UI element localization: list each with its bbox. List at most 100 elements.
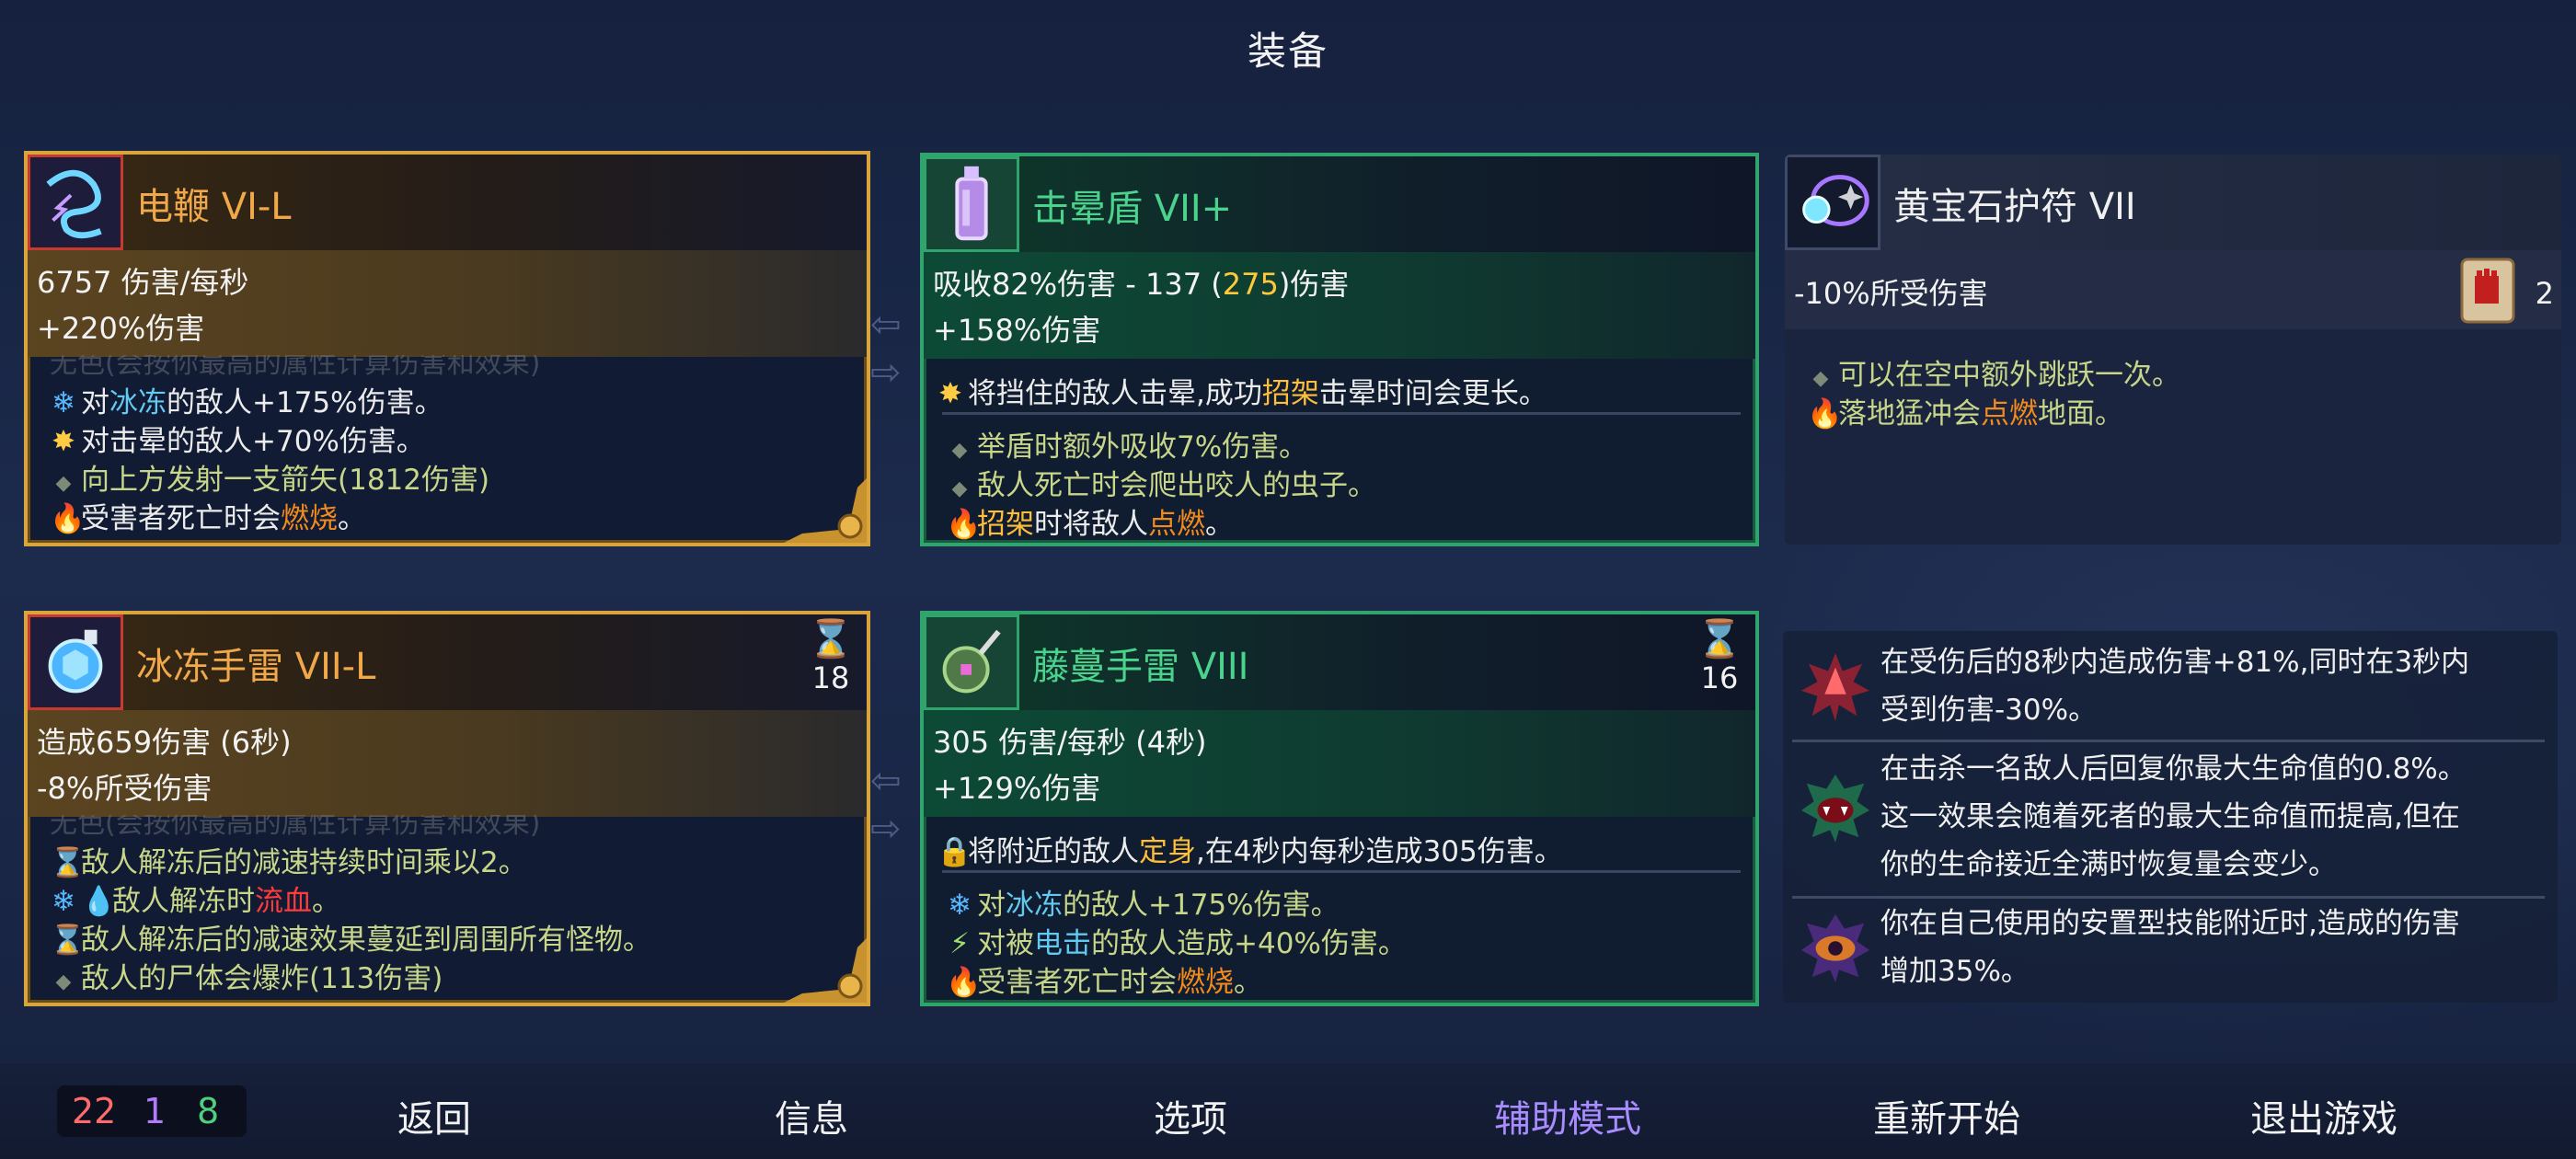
divider — [942, 870, 1741, 873]
bullet-icon: ◆ — [951, 477, 968, 500]
options-button[interactable]: 选项 — [1071, 1089, 1310, 1142]
tactics-count: 1 — [144, 1091, 167, 1131]
ice-grenade-icon — [28, 614, 123, 710]
mutation-text: 在击杀一名敌人后回复你最大生命值的0.8%。 这一效果会随着死者的最大生命值而提… — [1880, 752, 2467, 881]
scroll-stats: 22 1 8 — [57, 1085, 247, 1137]
swap-arrow-right-icon: ⇨ — [870, 351, 902, 394]
legendary-corner-ornament — [784, 938, 867, 1003]
dps-stat: 6757 伤害/每秒 — [37, 265, 249, 300]
main-effect: ✸ 将挡住的敌人击晕,成功招架击晕时间会更长。 — [938, 377, 1547, 410]
back-button[interactable]: 返回 — [250, 1082, 618, 1152]
item-header: 冰冻手雷 VII-L ⌛ 18 — [28, 614, 867, 714]
damage-reduction-stat: -8%所受伤害 — [37, 771, 213, 806]
survival-count: 8 — [197, 1091, 220, 1131]
affix-row: ⌛敌人解冻后的减速效果蔓延到周围所有怪物。 — [50, 924, 651, 957]
item-header: 击晕盾 VII+ — [924, 156, 1755, 256]
mutation-row[interactable]: 你在自己使用的安置型技能附近时,造成的伤害 增加35%。 — [1792, 900, 2552, 1001]
affix-row: ◆ 向上方发射一支箭矢(1812伤害) — [50, 456, 490, 498]
damage-reduction-stat: -10%所受伤害 — [1794, 276, 1988, 311]
hourglass-icon: ⌛ — [50, 846, 86, 879]
damage-bonus-stat: +129%伤害 — [933, 771, 1101, 806]
info-button[interactable]: 信息 — [692, 1089, 931, 1142]
affix-row: 🔥受害者死亡时会燃烧。 — [946, 966, 1262, 999]
divider — [1792, 740, 2545, 742]
divider — [942, 412, 1741, 415]
topaz-amulet-icon — [1785, 155, 1880, 250]
item-stats: 吸收82%伤害 - 137 (275)伤害 +158%伤害 — [924, 252, 1755, 359]
mutation-row[interactable]: 在受伤后的8秒内造成伤害+81%,同时在3秒内 受到伤害-30%。 — [1792, 638, 2552, 741]
affix-row: ⌛敌人解冻后的减速持续时间乘以2。 — [50, 846, 527, 879]
item-card-electric-whip[interactable]: 电鞭 VI-L 6757 伤害/每秒 +220%伤害 无色(会按你最高的属性计算… — [24, 151, 870, 546]
cooldown: ⌛ 18 — [808, 618, 854, 695]
affix-row: 🔥招架时将敌人点燃。 — [946, 508, 1234, 541]
absorb-stat: 吸收82%伤害 - 137 (275)伤害 — [933, 267, 1350, 302]
stun-icon: ✸ — [938, 377, 962, 410]
legendary-corner-ornament — [784, 478, 867, 543]
cooldown: ⌛ 16 — [1696, 618, 1742, 695]
mutation-text: 你在自己使用的安置型技能附近时,造成的伤害 增加35%。 — [1880, 907, 2460, 988]
swap-arrow-right-icon: ⇨ — [870, 808, 902, 850]
divider — [1792, 896, 2545, 899]
swap-arrow-left-icon: ⇦ — [870, 304, 902, 346]
fire-icon: 🔥 — [1807, 397, 1843, 430]
stun-shield-icon — [924, 156, 1019, 252]
bullet-icon: ◆ — [951, 439, 968, 462]
colorless-note: 无色(会按你最高的属性计算伤害和效果) — [50, 815, 541, 839]
affix-row: ◆ 敌人的尸体会爆炸(113伤害) — [50, 955, 443, 996]
item-name: 电鞭 VI-L — [136, 186, 292, 228]
item-stats: 6757 伤害/每秒 +220%伤害 — [28, 250, 867, 357]
affix-row: ❄ 对冰冻的敌人+175%伤害。 — [948, 889, 1340, 922]
item-stats: 305 伤害/每秒 (4秒) +129%伤害 — [924, 710, 1755, 817]
item-header: 黄宝石护符 VII — [1785, 155, 2561, 250]
item-name: 藤蔓手雷 VIII — [1032, 646, 1249, 688]
affix-row: ✸ 对击晕的敌人+70%伤害。 — [52, 425, 425, 458]
fire-icon: 🔥 — [50, 502, 86, 535]
damage-bonus-stat: +220%伤害 — [37, 311, 205, 346]
bleed-icon: 💧 — [81, 885, 117, 918]
fire-icon: 🔥 — [946, 508, 982, 541]
swap-arrow-left-icon: ⇦ — [870, 760, 902, 802]
frozen-icon: ❄ — [52, 885, 75, 918]
item-header: 藤蔓手雷 VIII ⌛ 16 — [924, 614, 1755, 714]
colorless-note: 无色(会按你最高的属性计算伤害和效果) — [50, 355, 541, 379]
cooldown-seconds: 16 — [1700, 660, 1739, 695]
item-card-ice-grenade[interactable]: 冰冻手雷 VII-L ⌛ 18 造成659伤害 (6秒) -8%所受伤害 无色(… — [24, 611, 870, 1006]
brutality-count: 22 — [72, 1091, 117, 1131]
mutation-text: 在受伤后的8秒内造成伤害+81%,同时在3秒内 受到伤害-30%。 — [1880, 646, 2470, 727]
assist-mode-button[interactable]: 辅助模式 — [1448, 1089, 1687, 1142]
item-name: 击晕盾 VII+ — [1032, 188, 1233, 230]
item-card-stun-shield[interactable]: 击晕盾 VII+ 吸收82%伤害 - 137 (275)伤害 +158%伤害 ✸… — [920, 153, 1759, 546]
fire-icon: 🔥 — [946, 966, 982, 999]
frozen-icon: ❄ — [948, 889, 972, 922]
item-card-topaz-amulet[interactable]: 黄宝石护符 VII -10%所受伤害 2 ◆ 可以在空中额外跳跃一次。 🔥落地猛冲… — [1785, 155, 2561, 545]
vine-grenade-icon — [924, 614, 1019, 710]
restart-button[interactable]: 重新开始 — [1827, 1089, 2066, 1142]
frozen-icon: ❄ — [52, 386, 75, 419]
item-name: 冰冻手雷 VII-L — [136, 646, 376, 688]
item-stats: -10%所受伤害 2 — [1785, 250, 2561, 329]
bullet-icon: ◆ — [1812, 367, 1829, 390]
bottom-menu-bar: 22 1 8 返回 信息 选项 辅助模式 重新开始 退出游戏 — [0, 1063, 2576, 1159]
affix-row: ⚡ 对被电击的敌人造成+40%伤害。 — [946, 920, 1407, 961]
scroll-count: 2 — [2535, 276, 2554, 311]
cooldown-seconds: 18 — [811, 660, 850, 695]
main-effect: 🔒将附近的敌人定身,在4秒内每秒造成305伤害。 — [937, 835, 1563, 868]
affix-row: ❄ 对冰冻的敌人+175%伤害。 — [52, 386, 443, 419]
item-name: 黄宝石护符 VII — [1893, 186, 2136, 228]
mutations-panel: 在受伤后的8秒内造成伤害+81%,同时在3秒内 受到伤害-30%。 在击杀一名敌… — [1783, 631, 2558, 1003]
item-card-vine-grenade[interactable]: 藤蔓手雷 VIII ⌛ 16 305 伤害/每秒 (4秒) +129%伤害 🔒将… — [920, 611, 1759, 1006]
rage-spikes-icon — [1800, 651, 1871, 723]
affix-row: ◆ 举盾时额外吸收7%伤害。 — [946, 423, 1308, 465]
damage-stat: 造成659伤害 (6秒) — [37, 725, 292, 760]
bullet-icon: ◆ — [55, 472, 72, 495]
affix-row: 🔥受害者死亡时会燃烧。 — [50, 502, 366, 535]
eye-trap-icon — [1800, 912, 1871, 984]
affix-row: 🔥落地猛冲会点燃地面。 — [1807, 397, 2123, 430]
mutation-row[interactable]: 在击杀一名敌人后回复你最大生命值的0.8%。 这一效果会随着死者的最大生命值而提… — [1792, 745, 2552, 892]
hourglass-icon: ⌛ — [808, 618, 854, 660]
brutality-scroll-icon — [2460, 258, 2515, 324]
hourglass-icon: ⌛ — [50, 924, 86, 957]
dps-stat: 305 伤害/每秒 (4秒) — [933, 725, 1207, 760]
affix-row: ◆ 可以在空中额外跳跃一次。 — [1807, 351, 2180, 393]
quit-game-button[interactable]: 退出游戏 — [2204, 1089, 2444, 1142]
